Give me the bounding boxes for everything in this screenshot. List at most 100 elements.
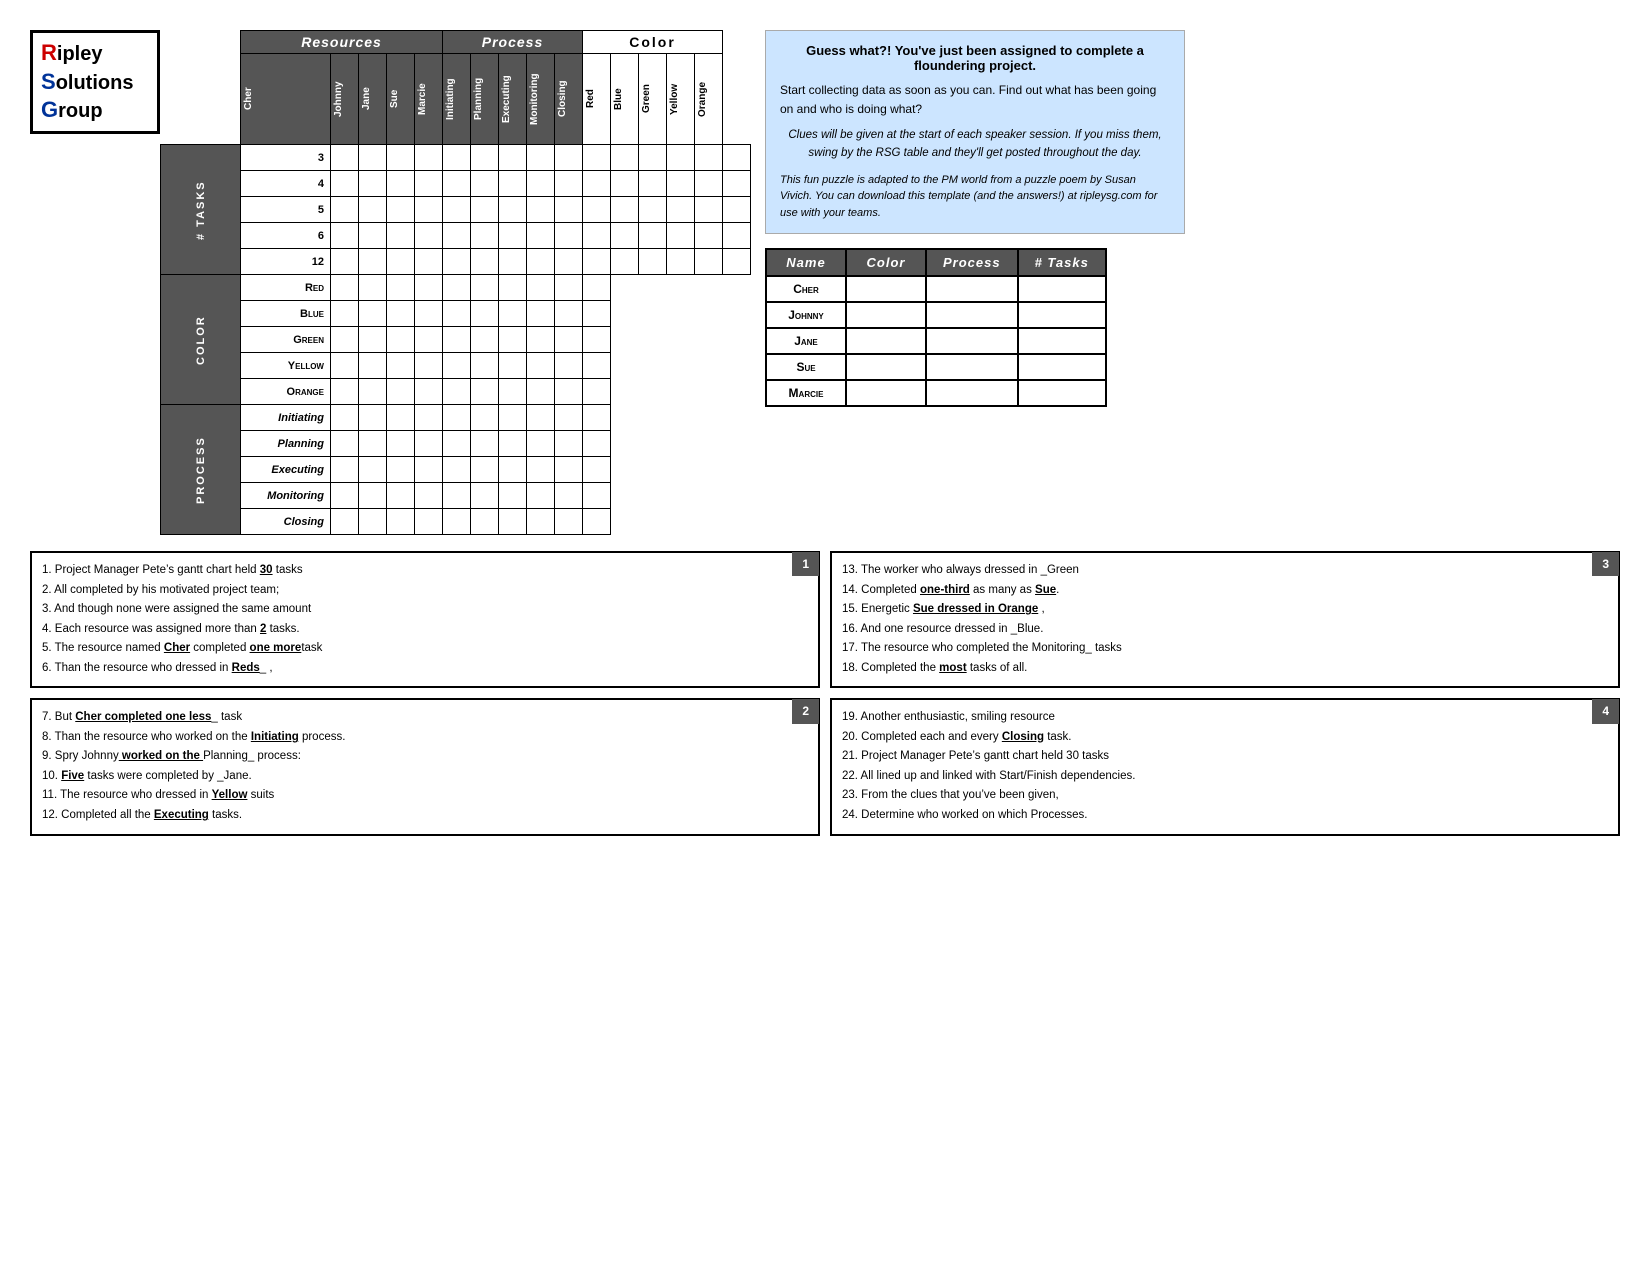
grid-cell: [387, 405, 415, 431]
grid-cell: [667, 327, 695, 353]
grid-cell: [527, 353, 555, 379]
clue-line: 11. The resource who dressed in Yellow s…: [42, 786, 808, 806]
grid-cell: [527, 457, 555, 483]
grid-cell: [471, 223, 499, 249]
grid-cell: [331, 353, 359, 379]
summary-cell-name: Marcie: [766, 380, 846, 406]
col-cher: Cher: [241, 54, 331, 145]
grid-cell: [359, 223, 387, 249]
summary-row: Jane: [766, 328, 1106, 354]
grid-cell: [499, 145, 527, 171]
grid-cell: [471, 197, 499, 223]
grid-cell: [639, 171, 667, 197]
grid-cell: [667, 379, 695, 405]
grid-cell: [527, 197, 555, 223]
grid-cell: [471, 327, 499, 353]
logo-box: Ripley Solutions Group: [30, 30, 160, 134]
grid-cell: [611, 249, 639, 275]
grid-cell: [527, 327, 555, 353]
grid-cell: [639, 223, 667, 249]
row-label-green: Green: [241, 327, 331, 353]
summary-cell-process: [926, 328, 1018, 354]
grid-cell: [723, 457, 751, 483]
col-johnny: Johnny: [331, 54, 359, 145]
grid-cell: [443, 431, 471, 457]
grid-cell: [583, 223, 611, 249]
grid-cell: [611, 379, 639, 405]
clue-line: 13. The worker who always dressed in _Gr…: [842, 561, 1608, 581]
row-label-red: Red: [241, 275, 331, 301]
grid-cell: [611, 483, 639, 509]
grid-cell: [499, 483, 527, 509]
grid-cell: [555, 405, 583, 431]
grid-cell: [723, 483, 751, 509]
clue-line: 3. And though none were assigned the sam…: [42, 600, 808, 620]
summary-cell-tasks: [1018, 302, 1106, 328]
grid-cell: [387, 457, 415, 483]
grid-cell: [555, 353, 583, 379]
process-header: Process: [443, 31, 583, 54]
clue-line: 4. Each resource was assigned more than …: [42, 620, 808, 640]
grid-cell: [639, 145, 667, 171]
clue-line: 16. And one resource dressed in _Blue.: [842, 620, 1608, 640]
summary-cell-color: [846, 354, 926, 380]
grid-cell: [527, 249, 555, 275]
col-marcie: Marcie: [415, 54, 443, 145]
grid-cell: [499, 171, 527, 197]
col-green: Green: [639, 54, 667, 145]
grid-cell: [583, 483, 611, 509]
col-yellow: Yellow: [667, 54, 695, 145]
clue-box-number-1: 1: [792, 552, 819, 576]
grid-cell: [639, 275, 667, 301]
clue-line: 20. Completed each and every Closing tas…: [842, 728, 1608, 748]
grid-cell: [415, 145, 443, 171]
grid-cell: [667, 249, 695, 275]
grid-cell: [471, 353, 499, 379]
grid-cell: [387, 249, 415, 275]
grid-cell: [611, 457, 639, 483]
grid-cell: [359, 431, 387, 457]
grid-cell: [499, 353, 527, 379]
row-label-orange: Orange: [241, 379, 331, 405]
grid-cell: [695, 509, 723, 535]
grid-cell: [499, 301, 527, 327]
grid-cell: [415, 275, 443, 301]
grid-cell: [639, 431, 667, 457]
grid-cell: [499, 431, 527, 457]
row-label-4: 4: [241, 171, 331, 197]
grid-cell: [471, 509, 499, 535]
grid-cell: [331, 301, 359, 327]
clue-boxes: 1 1. Project Manager Pete’s gantt chart …: [30, 551, 1620, 836]
logo-line-2: Solutions: [41, 68, 149, 97]
clue-box-2: 2 7. But Cher completed one less_ task8.…: [30, 698, 820, 835]
grid-cell: [527, 145, 555, 171]
clue-line: 19. Another enthusiastic, smiling resour…: [842, 708, 1608, 728]
grid-cell: [443, 353, 471, 379]
summary-cell-color: [846, 328, 926, 354]
summary-cell-color: [846, 302, 926, 328]
summary-cell-process: [926, 380, 1018, 406]
grid-cell: [443, 457, 471, 483]
clue-line: 8. Than the resource who worked on the I…: [42, 728, 808, 748]
grid-cell: [415, 379, 443, 405]
col-monitoring: Monitoring: [527, 54, 555, 145]
row-label-initiating: Initiating: [241, 405, 331, 431]
grid-cell: [695, 483, 723, 509]
clue-box-number-4: 4: [1592, 699, 1619, 723]
summary-cell-process: [926, 354, 1018, 380]
grid-cell: [443, 249, 471, 275]
row-label-12: 12: [241, 249, 331, 275]
col-jane: Jane: [359, 54, 387, 145]
summary-header-tasks: # Tasks: [1018, 249, 1106, 276]
grid-cell: [639, 301, 667, 327]
col-orange: Orange: [695, 54, 723, 145]
grid-cell: [471, 457, 499, 483]
clue-line: 24. Determine who worked on which Proces…: [842, 806, 1608, 826]
grid-cell: [331, 249, 359, 275]
grid-cell: [331, 327, 359, 353]
grid-cell: [667, 509, 695, 535]
clue-box-1: 1 1. Project Manager Pete’s gantt chart …: [30, 551, 820, 688]
grid-cell: [723, 379, 751, 405]
grid-cell: [387, 223, 415, 249]
grid-cell: [723, 223, 751, 249]
